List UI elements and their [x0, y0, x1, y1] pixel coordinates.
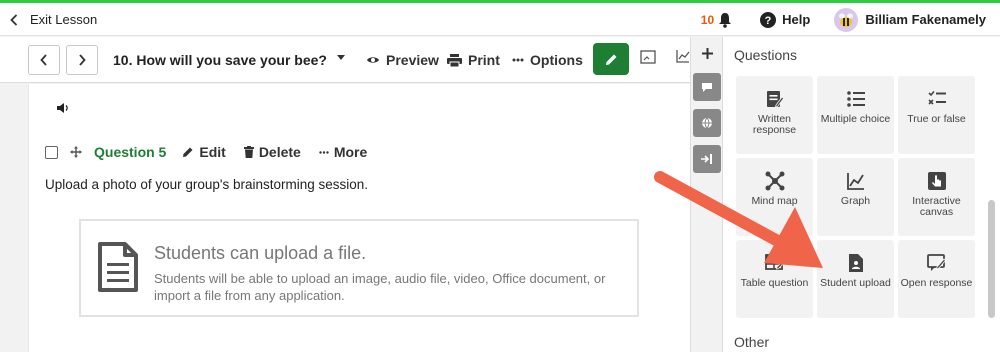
- slideshow-mode-icon[interactable]: [640, 49, 656, 65]
- tile-multiple-choice[interactable]: Multiple choice: [817, 76, 894, 154]
- tile-mind-map[interactable]: Mind map: [736, 158, 813, 236]
- options-label: Options: [530, 52, 583, 68]
- exit-lesson-label: Exit Lesson: [30, 12, 98, 27]
- edit-label: Edit: [199, 144, 226, 160]
- true-false-icon: [927, 91, 946, 105]
- pencil-icon: [605, 54, 616, 65]
- tile-true-or-false[interactable]: True or false: [898, 76, 975, 154]
- multiple-choice-icon: [846, 91, 865, 107]
- open-response-icon: [926, 254, 946, 271]
- previous-slide-button[interactable]: [28, 45, 60, 75]
- tile-written-response[interactable]: Written response: [736, 76, 813, 154]
- edit-mode-button[interactable]: [593, 43, 629, 75]
- printer-icon: [447, 53, 462, 67]
- questions-panel: Questions Written response Multiple choi…: [722, 37, 1000, 352]
- chart-mode-icon[interactable]: [676, 49, 690, 63]
- print-button[interactable]: Print: [447, 37, 500, 83]
- ellipsis-icon: [319, 150, 329, 154]
- other-section-title: Other: [734, 334, 770, 350]
- options-button[interactable]: Options: [512, 37, 583, 83]
- bee-avatar-icon: [839, 13, 854, 27]
- document-icon: [98, 242, 138, 292]
- slide-content: Question 5 Edit Delete More Upload a pho…: [28, 84, 690, 352]
- more-question-button[interactable]: More: [319, 144, 367, 160]
- collapse-panel-tab[interactable]: [693, 145, 721, 173]
- graph-icon: [846, 173, 864, 190]
- next-slide-button[interactable]: [66, 45, 98, 75]
- question-prompt: Upload a photo of your group's brainstor…: [45, 177, 369, 192]
- pencil-icon: [183, 147, 193, 157]
- question-select-checkbox[interactable]: [45, 145, 58, 159]
- chat-bubble-icon: [702, 82, 712, 92]
- side-tabs: [690, 37, 722, 352]
- tile-label: Graph: [840, 195, 871, 207]
- plus-icon: [701, 47, 713, 59]
- more-label: More: [333, 144, 368, 160]
- tile-label: True or false: [907, 113, 966, 125]
- lesson-toolbar: 10. How will you save your bee? Preview …: [0, 37, 690, 83]
- user-menu[interactable]: Billiam Fakenamely: [834, 7, 986, 32]
- chevron-left-icon: [40, 54, 47, 66]
- interactive-canvas-icon: [927, 172, 946, 190]
- upload-description: Students will be able to upload an image…: [154, 271, 606, 303]
- student-upload-icon: [848, 254, 863, 272]
- top-bar: Exit Lesson 10 ? Help Billiam Fakenamely: [0, 3, 1000, 36]
- edit-question-button[interactable]: Edit: [182, 144, 226, 160]
- notification-count: 10: [700, 12, 715, 27]
- trash-icon: [243, 146, 254, 158]
- comments-tab[interactable]: [693, 73, 721, 101]
- student-upload-placeholder: Students can upload a file. Students wil…: [79, 219, 639, 317]
- bell-icon: [719, 12, 732, 28]
- add-tab[interactable]: [693, 39, 721, 67]
- help-icon: ?: [760, 11, 777, 28]
- tile-student-upload[interactable]: Student upload: [817, 240, 894, 318]
- mind-map-icon: [765, 171, 784, 191]
- upload-title: Students can upload a file.: [154, 243, 367, 263]
- tile-label: Multiple choice: [820, 113, 891, 125]
- panel-scrollbar[interactable]: [988, 200, 995, 318]
- tile-label: Student upload: [820, 277, 891, 289]
- tile-interactive-canvas[interactable]: Interactive canvas: [898, 158, 975, 236]
- eye-icon: [367, 57, 379, 63]
- questions-section-title: Questions: [734, 47, 798, 63]
- caret-down-icon[interactable]: [337, 55, 345, 61]
- tile-open-response[interactable]: Open response: [898, 240, 975, 318]
- user-name: Billiam Fakenamely: [865, 12, 986, 27]
- delete-question-button[interactable]: Delete: [243, 144, 301, 160]
- notifications-button[interactable]: 10: [701, 12, 732, 28]
- tile-graph[interactable]: Graph: [817, 158, 894, 236]
- exit-lesson-button[interactable]: Exit Lesson: [10, 3, 97, 36]
- svg-text:?: ?: [765, 15, 772, 27]
- preview-label: Preview: [386, 52, 439, 68]
- print-label: Print: [468, 52, 500, 68]
- speaker-icon[interactable]: [56, 102, 70, 114]
- globe-tab[interactable]: [693, 109, 721, 137]
- chevron-right-icon: [79, 54, 86, 66]
- tile-label: Open response: [900, 277, 973, 289]
- chevron-left-icon: [10, 13, 18, 26]
- move-handle-icon[interactable]: [70, 146, 82, 158]
- preview-button[interactable]: Preview: [366, 37, 439, 83]
- question-label: Question 5: [94, 144, 167, 160]
- help-button[interactable]: ? Help: [760, 11, 811, 28]
- avatar: [834, 7, 859, 32]
- tile-label: Table question: [740, 277, 809, 289]
- help-label: Help: [782, 12, 811, 27]
- question-header: Question 5 Edit Delete More: [45, 141, 385, 163]
- arrow-to-right-icon: [701, 154, 712, 164]
- tile-label: Mind map: [751, 195, 798, 207]
- lesson-editor: 10. How will you save your bee? Preview …: [0, 37, 690, 352]
- delete-label: Delete: [258, 144, 301, 160]
- tile-table-question[interactable]: Table question: [736, 240, 813, 318]
- question-type-grid: Written response Multiple choice True or…: [736, 76, 976, 318]
- written-response-icon: [766, 91, 784, 108]
- table-icon: [764, 254, 785, 270]
- tile-label: Written response: [752, 113, 797, 136]
- tile-label: Interactive canvas: [912, 195, 961, 218]
- globe-icon: [702, 117, 712, 129]
- ellipsis-icon: [512, 58, 524, 62]
- lesson-title-select[interactable]: 10. How will you save your bee?: [113, 37, 327, 83]
